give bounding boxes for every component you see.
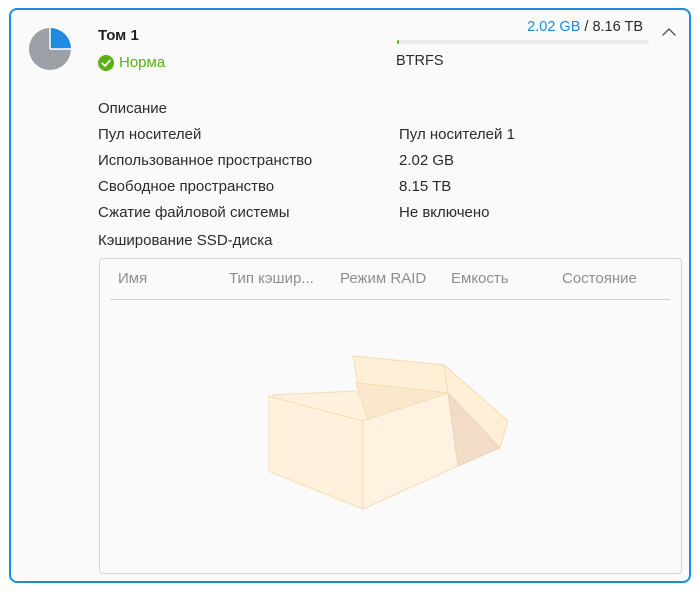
- ssd-cache-title: Кэширование SSD-диска: [98, 232, 273, 249]
- property-label-used-space: Использованное пространство: [98, 152, 313, 169]
- usage-bar: [397, 40, 649, 44]
- usage-separator: /: [580, 19, 593, 35]
- volume-panel: Том 1 Норма 2.02 GB / 8.16 TB BTRFS Опис…: [9, 8, 691, 583]
- volume-status: Норма: [98, 54, 165, 71]
- property-label-description: Описание: [98, 100, 168, 117]
- property-label-free-space: Свободное пространство: [98, 178, 275, 195]
- property-value-compression: Не включено: [399, 204, 490, 221]
- property-label-compression: Сжатие файловой системы: [98, 204, 290, 221]
- volume-title: Том 1: [98, 27, 139, 44]
- property-value-free-space: 8.15 TB: [399, 178, 452, 195]
- filesystem-type: BTRFS: [396, 53, 444, 69]
- property-row: Сжатие файловой системы Не включено: [98, 200, 658, 226]
- property-row: Использованное пространство 2.02 GB: [98, 148, 658, 174]
- property-value-storage-pool: Пул носителей 1: [399, 126, 515, 143]
- property-row: Описание: [98, 96, 658, 122]
- property-label-storage-pool: Пул носителей: [98, 126, 202, 143]
- usage-readout: 2.02 GB / 8.16 TB: [527, 19, 643, 35]
- property-value-used-space: 2.02 GB: [399, 152, 455, 169]
- empty-box-icon: [268, 355, 509, 509]
- volume-pie-icon: [29, 28, 71, 70]
- chevron-up-icon[interactable]: [661, 26, 677, 38]
- usage-bar-fill: [397, 40, 399, 44]
- ssd-cache-table: Имя Тип кэшир... Режим RAID Емкость Сост…: [99, 258, 682, 574]
- column-header-capacity[interactable]: Емкость: [451, 259, 551, 299]
- volume-properties: Описание Пул носителей Пул носителей 1 И…: [98, 96, 658, 226]
- column-header-name[interactable]: Имя: [118, 259, 218, 299]
- property-row: Пул носителей Пул носителей 1: [98, 122, 658, 148]
- column-header-state[interactable]: Состояние: [562, 259, 662, 299]
- total-size: 8.16 TB: [592, 19, 643, 35]
- status-label: Норма: [119, 54, 166, 71]
- used-size: 2.02 GB: [527, 19, 581, 35]
- column-header-raid-mode[interactable]: Режим RAID: [340, 259, 440, 299]
- property-row: Свободное пространство 8.15 TB: [98, 174, 658, 200]
- column-header-cache-type[interactable]: Тип кэшир...: [229, 259, 329, 299]
- check-circle-icon: [98, 54, 114, 71]
- table-header: Имя Тип кэшир... Режим RAID Емкость Сост…: [110, 259, 670, 300]
